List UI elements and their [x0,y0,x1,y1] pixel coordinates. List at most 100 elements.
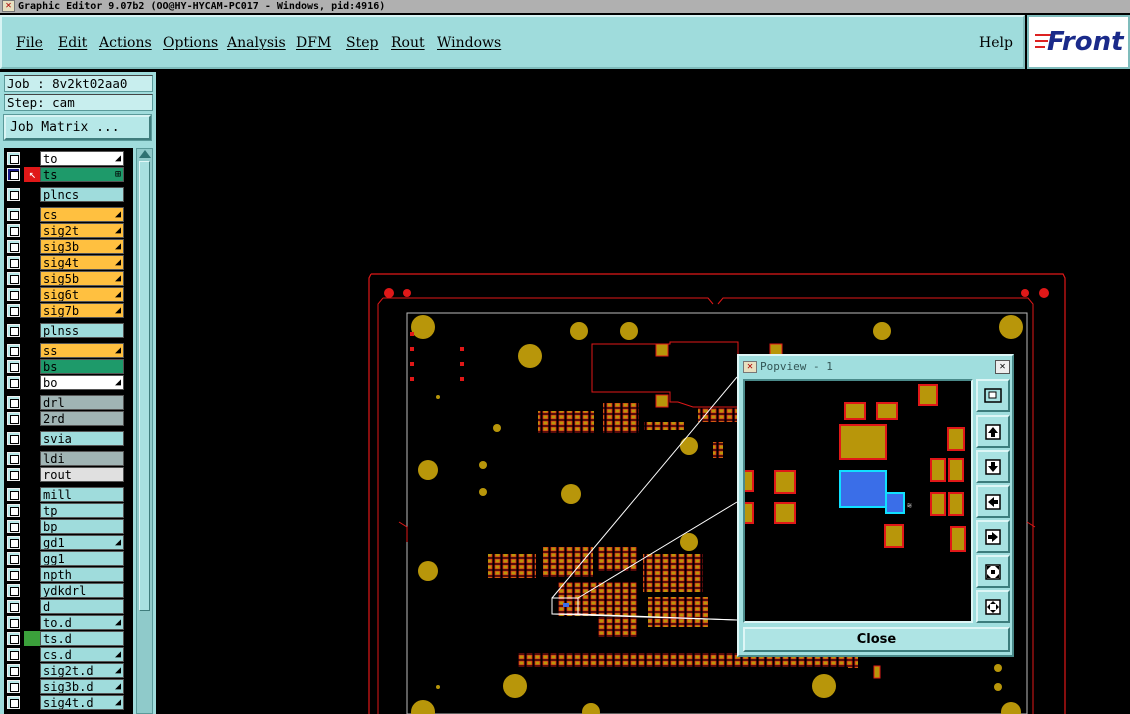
layer-checkbox[interactable] [7,344,20,357]
affected-indicator[interactable] [24,223,41,238]
layer-checkbox[interactable] [7,584,20,597]
layer-checkbox[interactable] [7,432,20,445]
layer-name[interactable]: gd1 ◢ [40,535,124,550]
popview-canvas[interactable]: ≋ [743,379,973,623]
affected-indicator[interactable] [24,467,41,482]
layer-name[interactable]: cs ◢ [40,207,124,222]
zoom-in-icon[interactable] [976,555,1010,588]
pan-right-icon[interactable] [976,520,1010,553]
layer-row-to-d[interactable]: to.d ◢ [4,614,133,630]
layer-name[interactable]: ss ◢ [40,343,124,358]
layer-checkbox[interactable] [7,288,20,301]
layer-checkbox[interactable] [7,376,20,389]
zoom-fit-icon[interactable] [976,379,1010,412]
affected-indicator[interactable] [24,451,41,466]
layer-row-ldi[interactable]: ldi [4,450,133,466]
layer-name[interactable]: rout [40,467,124,482]
layer-row-cs-d[interactable]: cs.d ◢ [4,646,133,662]
layer-checkbox[interactable] [7,696,20,709]
layer-checkbox[interactable] [7,632,20,645]
layer-checkbox[interactable] [7,488,20,501]
layer-name[interactable]: cs.d ◢ [40,647,124,662]
menu-rout[interactable]: Rout [391,35,425,51]
layer-checkbox[interactable] [7,396,20,409]
affected-indicator[interactable] [24,395,41,410]
layer-list-scrollbar[interactable] [136,148,153,714]
pan-left-icon[interactable] [976,485,1010,518]
layer-row-sig3b[interactable]: sig3b ◢ [4,238,133,254]
affected-indicator[interactable] [24,375,41,390]
layer-name[interactable]: ldi [40,451,124,466]
layer-row-sig5b[interactable]: sig5b ◢ [4,270,133,286]
layer-row-to[interactable]: to ◢ [4,150,133,166]
affected-indicator[interactable] [24,287,41,302]
layer-row-gg1[interactable]: gg1 [4,550,133,566]
layer-checkbox[interactable] [7,648,20,661]
layer-name[interactable]: sig4t ◢ [40,255,124,270]
affected-indicator[interactable] [24,303,41,318]
affected-indicator[interactable] [24,679,41,694]
layer-name[interactable]: sig4t.d ◢ [40,695,124,710]
layer-checkbox[interactable] [7,272,20,285]
affected-indicator[interactable] [24,271,41,286]
layer-checkbox[interactable] [7,360,20,373]
layer-row-ts[interactable]: ↖ ts ⊞ [4,166,133,182]
layer-name[interactable]: sig2t ◢ [40,223,124,238]
layer-row-drl[interactable]: drl [4,394,133,410]
layer-name[interactable]: ts.d [40,631,124,646]
layer-row-ts-d[interactable]: ts.d [4,630,133,646]
affected-indicator[interactable] [24,663,41,678]
menu-windows[interactable]: Windows [437,35,501,51]
pan-up-icon[interactable] [976,415,1010,448]
affected-indicator[interactable] [24,551,41,566]
layer-row-sig2t[interactable]: sig2t ◢ [4,222,133,238]
scroll-up-icon[interactable] [139,150,151,158]
layer-checkbox[interactable] [7,504,20,517]
affected-indicator[interactable] [24,411,41,426]
layer-row-npth[interactable]: npth [4,566,133,582]
affected-indicator[interactable] [24,187,41,202]
layer-checkbox[interactable] [7,568,20,581]
layer-checkbox[interactable] [7,168,20,181]
layer-name[interactable]: plncs [40,187,124,202]
affected-indicator[interactable] [24,359,41,374]
affected-indicator[interactable] [24,599,41,614]
affected-indicator[interactable] [24,151,41,166]
layer-name[interactable]: d [40,599,124,614]
layer-checkbox[interactable] [7,208,20,221]
layer-row-bp[interactable]: bp [4,518,133,534]
layer-row-svia[interactable]: svia [4,430,133,446]
layer-name[interactable]: sig3b ◢ [40,239,124,254]
layer-checkbox[interactable] [7,600,20,613]
affected-indicator[interactable] [24,615,41,630]
affected-indicator[interactable] [24,431,41,446]
layer-name[interactable]: tp [40,503,124,518]
popview-close-button[interactable]: Close [743,627,1010,652]
layer-name[interactable]: sig6t ◢ [40,287,124,302]
affected-indicator[interactable] [24,343,41,358]
affected-indicator[interactable] [24,647,41,662]
affected-indicator[interactable] [24,631,41,646]
layer-row-ydkdrl[interactable]: ydkdrl [4,582,133,598]
affected-indicator[interactable] [24,207,41,222]
layer-row-tp[interactable]: tp [4,502,133,518]
menu-help[interactable]: Help [979,35,1013,51]
layer-row-sig6t[interactable]: sig6t ◢ [4,286,133,302]
affected-indicator[interactable] [24,487,41,502]
layer-row-bs[interactable]: bs [4,358,133,374]
pan-down-icon[interactable] [976,450,1010,483]
layer-row-ss[interactable]: ss ◢ [4,342,133,358]
layer-name[interactable]: 2rd [40,411,124,426]
layer-row-mill[interactable]: mill [4,486,133,502]
layer-row-plnss[interactable]: plnss [4,322,133,338]
layer-name[interactable]: ydkdrl [40,583,124,598]
popview-close-icon[interactable]: ✕ [995,360,1010,374]
layer-name[interactable]: mill [40,487,124,502]
layer-checkbox[interactable] [7,452,20,465]
layer-row-plncs[interactable]: plncs [4,186,133,202]
layer-name[interactable]: sig7b ◢ [40,303,124,318]
affected-indicator[interactable] [24,519,41,534]
layer-row-cs[interactable]: cs ◢ [4,206,133,222]
work-layer-arrow-icon[interactable]: ↖ [24,167,41,182]
zoom-out-icon[interactable] [976,590,1010,623]
